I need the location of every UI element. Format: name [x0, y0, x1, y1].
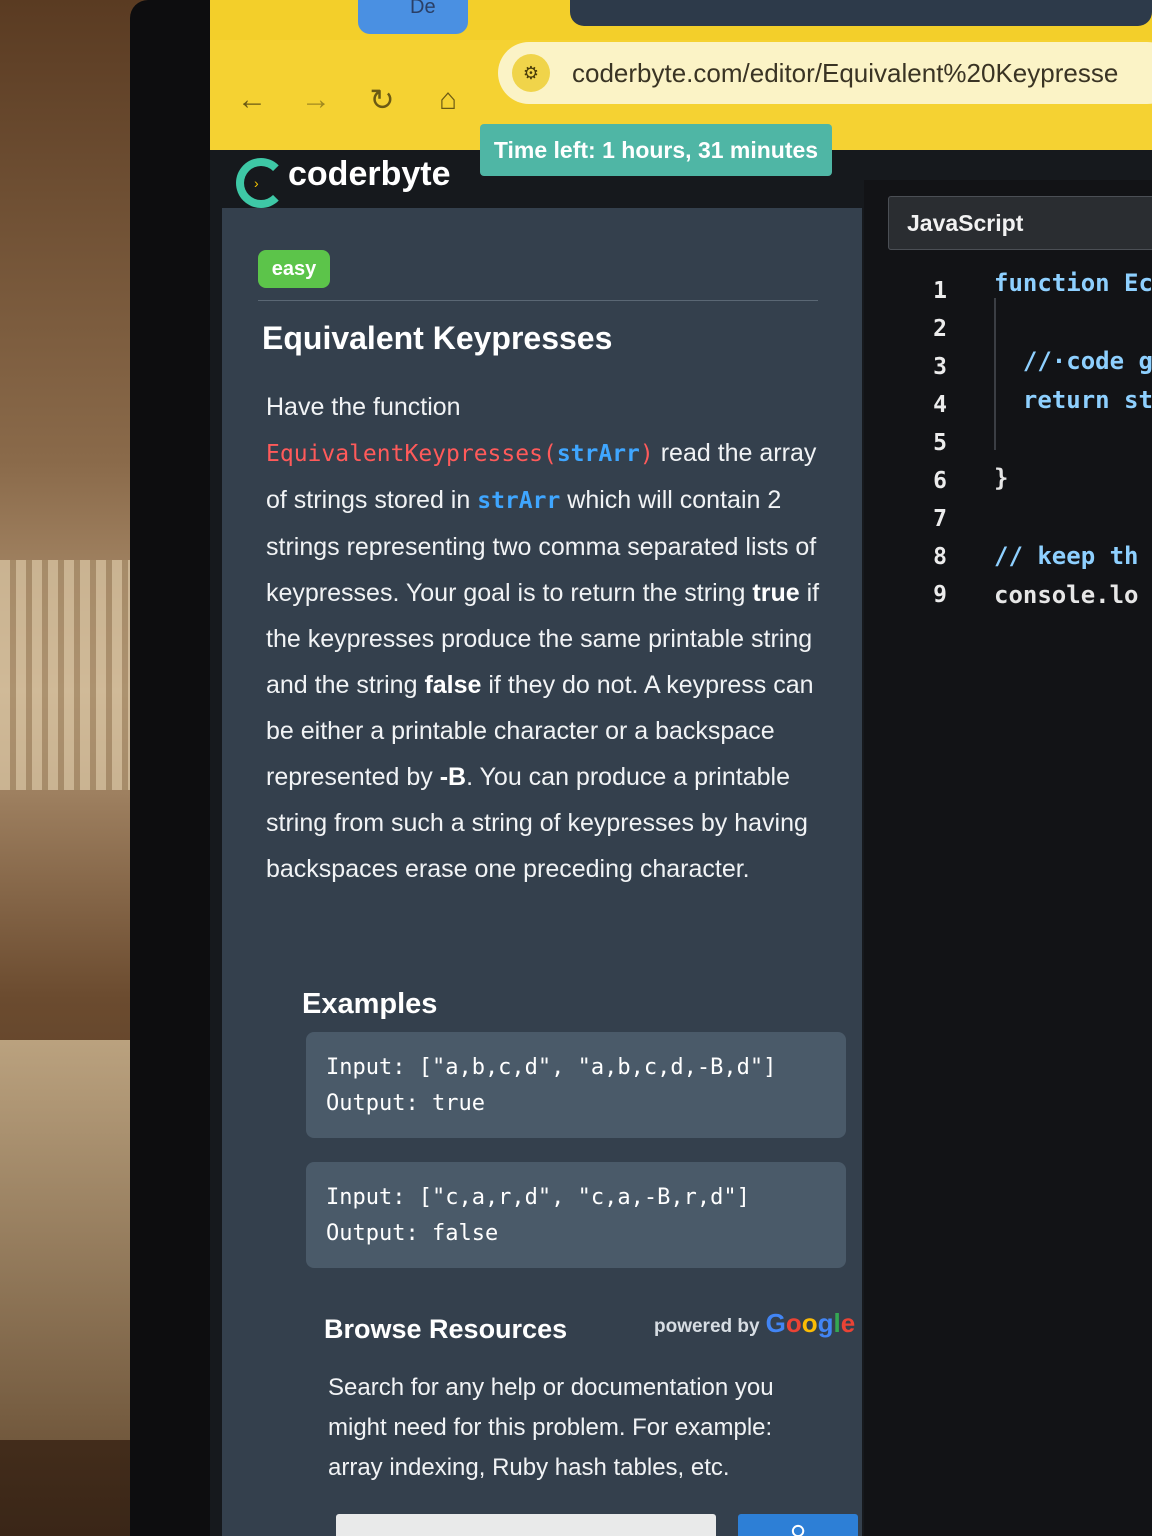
- forward-button[interactable]: →: [296, 80, 336, 120]
- resources-title: Browse Resources: [324, 1314, 568, 1344]
- app-logo[interactable]: coderbyte: [288, 155, 451, 194]
- examples-title: Examples: [302, 988, 438, 1020]
- problem-panel: easy Equivalent Keypresses Have the func…: [222, 208, 862, 1536]
- arrow-left-icon: ←: [237, 83, 267, 116]
- divider: [258, 300, 818, 301]
- code-line[interactable]: return st: [994, 381, 1152, 420]
- arrow-right-icon: →: [301, 83, 331, 116]
- site-settings-icon[interactable]: ⚙: [512, 54, 550, 92]
- google-letter: o: [785, 1308, 802, 1338]
- line-number: 1: [933, 278, 947, 304]
- code-line[interactable]: }: [994, 459, 1152, 498]
- code-line[interactable]: [994, 420, 1152, 459]
- code-token: //·code g: [994, 347, 1152, 375]
- reload-icon: ↻: [369, 83, 395, 117]
- home-button[interactable]: ⌂: [428, 80, 468, 120]
- function-name: EquivalentKeypresses: [266, 441, 543, 467]
- line-number: 4: [933, 392, 947, 418]
- example-output: Output: false: [326, 1221, 499, 1246]
- example-input: Input: ["c,a,r,d", "c,a,-B,r,d"]: [326, 1185, 750, 1210]
- line-number: 9: [933, 582, 947, 608]
- code-area[interactable]: function Ec //·code g return st } // kee…: [994, 264, 1152, 615]
- url-text[interactable]: coderbyte.com/editor/Equivalent%20Keypre…: [572, 58, 1118, 89]
- function-paren-open: (: [542, 441, 557, 467]
- desc-intro: Have the function: [266, 393, 461, 421]
- powered-by-google: powered by Google: [654, 1308, 855, 1339]
- back-button[interactable]: ←: [232, 80, 272, 120]
- code-line[interactable]: function Ec: [994, 264, 1152, 303]
- powered-by-label: powered by: [654, 1316, 760, 1337]
- browser-tab[interactable]: De: [358, 0, 468, 34]
- resource-search-button[interactable]: ⚲: [738, 1514, 858, 1536]
- browser-tab-strip[interactable]: [570, 0, 1152, 26]
- code-token: console.lo: [994, 581, 1139, 609]
- google-letter: l: [833, 1308, 841, 1338]
- desc-arg: strArr: [477, 488, 561, 514]
- google-letter: g: [817, 1308, 834, 1338]
- problem-description: Have the function EquivalentKeypresses(s…: [266, 384, 826, 892]
- difficulty-badge: easy: [258, 250, 330, 288]
- line-number: 2: [933, 316, 947, 342]
- search-icon: ⚲: [789, 1521, 807, 1536]
- example-input: Input: ["a,b,c,d", "a,b,c,d,-B,d"]: [326, 1055, 777, 1080]
- example-box-2: Input: ["c,a,r,d", "c,a,-B,r,d"] Output:…: [306, 1162, 846, 1268]
- example-box-1: Input: ["a,b,c,d", "a,b,c,d,-B,d"] Outpu…: [306, 1032, 846, 1138]
- code-token: // keep th: [994, 542, 1139, 570]
- reload-button[interactable]: ↻: [362, 80, 402, 120]
- line-number: 6: [933, 468, 947, 494]
- google-letter: e: [840, 1308, 856, 1338]
- example-output: Output: true: [326, 1091, 485, 1116]
- code-editor-panel: JavaScript ▼ 1 2 3 4 5 6 7 8 9 function Ec //·co…: [864, 180, 1152, 1536]
- function-arg: strArr: [556, 441, 640, 467]
- desc-false: false: [424, 671, 482, 699]
- resources-text: Search for any help or documentation you…: [328, 1374, 774, 1481]
- code-line[interactable]: // keep th: [994, 537, 1152, 576]
- google-logo: Google: [766, 1308, 856, 1339]
- screen: De ← → ↻ ⌂ ⚙ coderbyte.com/editor/Equiva…: [210, 0, 1152, 1536]
- address-bar[interactable]: ⚙ coderbyte.com/editor/Equivalent%20Keyp…: [498, 42, 1152, 104]
- google-letter: o: [801, 1308, 818, 1338]
- line-number: 8: [933, 544, 947, 570]
- code-token: }: [994, 464, 1009, 492]
- google-letter: G: [765, 1308, 786, 1338]
- code-token: function Ec: [994, 269, 1152, 297]
- code-line[interactable]: [994, 303, 1152, 342]
- code-line[interactable]: [994, 498, 1152, 537]
- code-token: return st: [994, 386, 1152, 414]
- desc-backspace: -B: [439, 763, 467, 791]
- line-number: 7: [933, 506, 947, 532]
- problem-title: Equivalent Keypresses: [262, 320, 613, 356]
- coderbyte-logo-icon[interactable]: ›: [236, 158, 286, 208]
- desc-true: true: [752, 579, 800, 607]
- language-select[interactable]: JavaScript ▼: [888, 196, 1152, 250]
- time-left-badge: Time left: 1 hours, 31 minutes: [480, 124, 832, 176]
- code-line[interactable]: //·code g: [994, 342, 1152, 381]
- line-number: 3: [933, 354, 947, 380]
- code-line[interactable]: console.lo: [994, 576, 1152, 615]
- function-paren-close: ): [639, 441, 654, 467]
- tab-label: De: [410, 0, 436, 18]
- line-number-gutter: 1 2 3 4 5 6 7 8 9: [920, 272, 960, 614]
- line-number: 5: [933, 430, 947, 456]
- language-label: JavaScript: [907, 209, 1024, 236]
- home-icon: ⌂: [438, 83, 458, 116]
- resource-search-input[interactable]: [336, 1514, 716, 1536]
